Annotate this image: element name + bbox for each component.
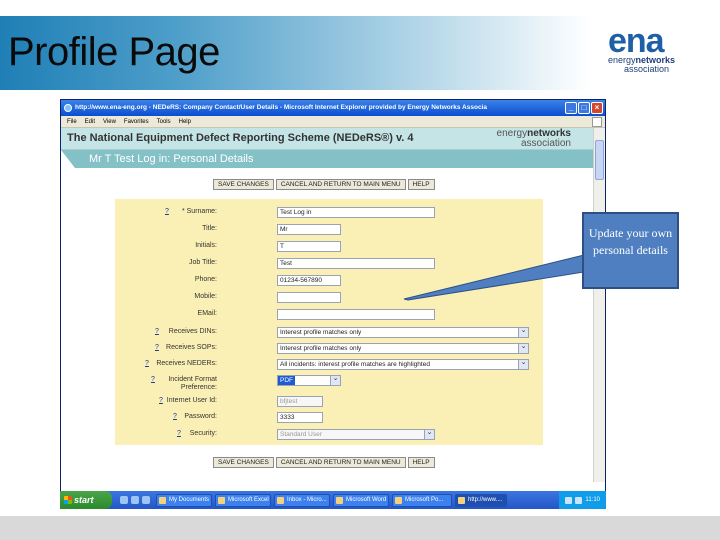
slide: Profile Page ena energynetworks associat… (0, 0, 720, 540)
footer-band (0, 516, 720, 540)
callout-box: Update your own personal details (582, 212, 679, 289)
